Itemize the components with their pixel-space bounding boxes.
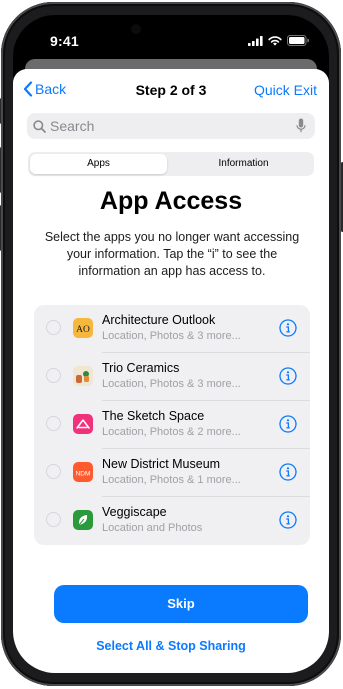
quick-exit-button[interactable]: Quick Exit: [254, 82, 317, 98]
page-description: Select the apps you no longer want acces…: [44, 230, 300, 278]
skip-button[interactable]: Skip: [54, 585, 308, 623]
app-detail: Location and Photos: [102, 522, 203, 534]
trio-ceramics-icon: [73, 366, 93, 386]
segment-information[interactable]: Information: [175, 154, 312, 174]
app-detail: Location, Photos & 2 more...: [102, 426, 241, 438]
select-radio[interactable]: [46, 464, 61, 479]
page-title: App Access: [99, 187, 243, 215]
screen: 9:41 Back Step 2 of 3 Quick Exit Search …: [13, 15, 329, 673]
icon-glyph-text: AO: [76, 325, 90, 335]
segment-apps[interactable]: Apps: [30, 154, 167, 174]
app-detail: Location, Photos & 1 more...: [102, 474, 241, 486]
info-icon[interactable]: [279, 415, 297, 433]
app-row-trio-ceramics[interactable]: Trio Ceramics Location, Photos & 3 more.…: [34, 353, 310, 401]
action-button: [0, 98, 1, 124]
microphone-icon[interactable]: [296, 118, 306, 134]
app-name: New District Museum: [102, 457, 221, 471]
app-name: The Sketch Space: [102, 409, 205, 423]
status-bar: 9:41: [13, 15, 329, 65]
volume-up-button: [0, 147, 1, 193]
sketch-space-icon: [73, 414, 93, 434]
status-time: 9:41: [50, 33, 79, 49]
search-bar: [27, 113, 315, 139]
select-radio[interactable]: [46, 512, 61, 527]
search-icon: [33, 119, 46, 133]
select-all-stop-sharing-button[interactable]: Select All & Stop Sharing: [13, 639, 329, 653]
volume-down-button: [0, 205, 1, 251]
battery-icon: [287, 35, 309, 46]
front-camera: [131, 24, 141, 34]
nav-bar: Back Step 2 of 3 Quick Exit: [13, 77, 329, 101]
setup-sheet: Back Step 2 of 3 Quick Exit Apps: [13, 69, 329, 673]
app-row-new-district-museum[interactable]: NDM New District Museum Location, Photos…: [34, 449, 310, 497]
back-button[interactable]: Back: [23, 81, 66, 97]
new-district-museum-icon: NDM: [73, 462, 93, 482]
select-radio[interactable]: [46, 416, 61, 431]
app-detail: Location, Photos & 3 more...: [102, 378, 241, 390]
wifi-icon: [268, 35, 282, 46]
info-icon[interactable]: [279, 511, 297, 529]
segmented-control: Apps Information: [28, 152, 314, 176]
app-name: Veggiscape: [102, 505, 167, 519]
app-row-veggiscape[interactable]: Veggiscape Location and Photos: [34, 497, 310, 545]
phone-frame: 9:41 Back Step 2 of 3 Quick Exit Search …: [0, 2, 343, 686]
signal-icon: [248, 35, 263, 46]
info-icon[interactable]: [279, 367, 297, 385]
list-fade: [13, 545, 329, 569]
select-radio[interactable]: [46, 368, 61, 383]
status-icons: [248, 35, 309, 46]
icon-glyph-text: NDM: [76, 471, 91, 478]
back-label: Back: [35, 81, 67, 97]
chevron-left-icon: [23, 81, 33, 97]
search-input[interactable]: [50, 118, 290, 134]
app-row-architecture-outlook[interactable]: AO Architecture Outlook Location, Photos…: [34, 305, 310, 353]
architecture-outlook-icon: AO: [73, 318, 93, 338]
veggiscape-icon: [73, 510, 93, 530]
app-name: Architecture Outlook: [102, 313, 216, 327]
select-radio[interactable]: [46, 320, 61, 335]
app-row-sketch-space[interactable]: The Sketch Space Location, Photos & 2 mo…: [34, 401, 310, 449]
app-list: AO Architecture Outlook Location, Photos…: [34, 305, 310, 545]
info-icon[interactable]: [279, 319, 297, 337]
app-name: Trio Ceramics: [102, 361, 180, 375]
info-icon[interactable]: [279, 463, 297, 481]
app-detail: Location, Photos & 3 more...: [102, 330, 241, 342]
